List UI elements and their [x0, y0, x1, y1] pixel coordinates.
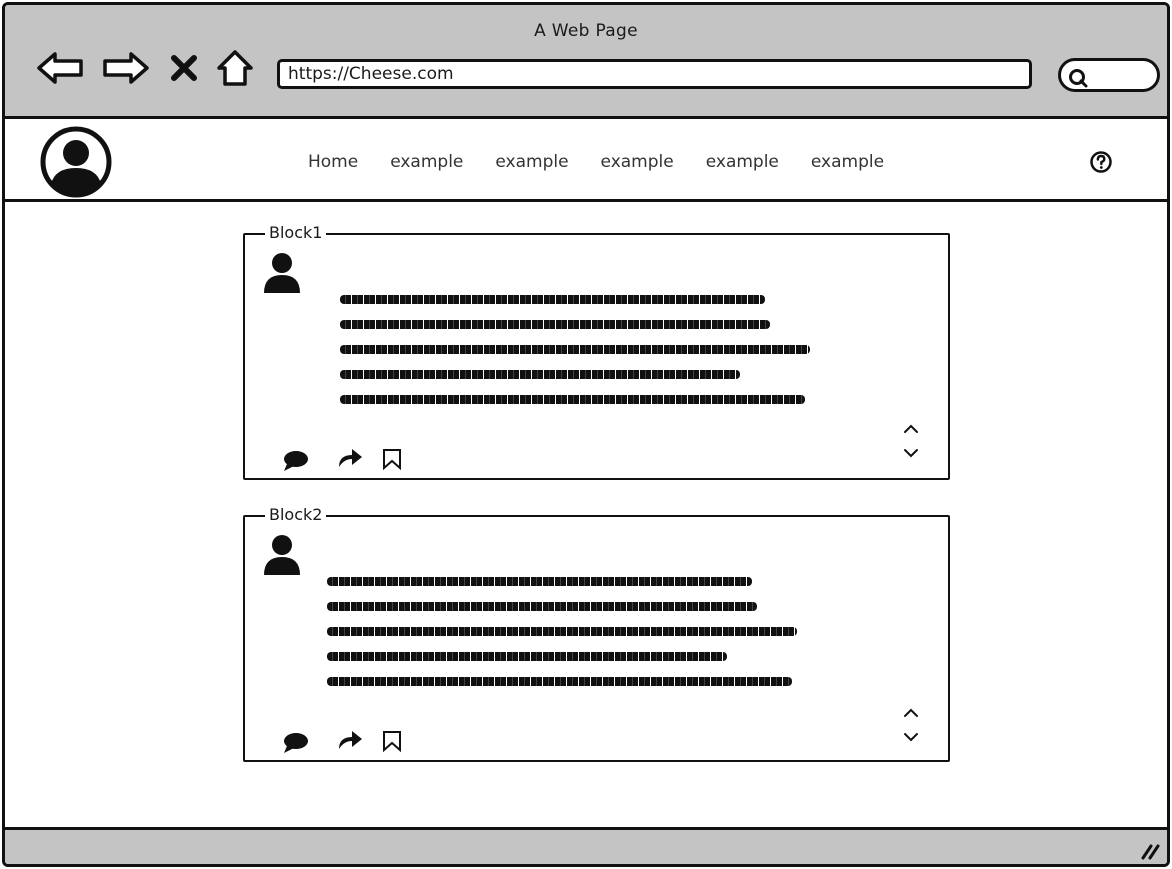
- block-title: Block2: [265, 505, 327, 525]
- nav-link-example[interactable]: example: [495, 152, 568, 172]
- nav-link-example[interactable]: example: [706, 152, 779, 172]
- share-icon[interactable]: [336, 445, 364, 469]
- user-icon: [264, 535, 300, 575]
- content-block: Block1: [243, 223, 950, 480]
- nav-link-example[interactable]: example: [811, 152, 884, 172]
- stop-button[interactable]: [169, 47, 199, 89]
- resize-grip-icon[interactable]: [1139, 842, 1161, 860]
- chevron-up-icon[interactable]: [902, 423, 920, 435]
- back-arrow-icon: [37, 52, 83, 84]
- content-block: Block2: [243, 505, 950, 762]
- home-button[interactable]: [215, 47, 255, 89]
- browser-search-field[interactable]: [1058, 58, 1160, 92]
- nav-link-example[interactable]: example: [601, 152, 674, 172]
- nav-link-home[interactable]: Home: [308, 152, 358, 172]
- forward-button[interactable]: [101, 47, 151, 89]
- close-icon: [171, 55, 197, 81]
- share-icon[interactable]: [336, 727, 364, 751]
- search-icon: [1069, 69, 1088, 88]
- forward-arrow-icon: [103, 52, 149, 84]
- browser-window: A Web Page https://Cheese.com Home examp…: [2, 2, 1170, 867]
- comment-icon[interactable]: [282, 450, 310, 472]
- back-button[interactable]: [35, 47, 85, 89]
- home-icon: [217, 50, 253, 86]
- status-bar: [5, 827, 1167, 864]
- comment-icon[interactable]: [282, 732, 310, 754]
- chevron-up-icon[interactable]: [902, 707, 920, 719]
- chevron-down-icon[interactable]: [902, 447, 920, 459]
- browser-chrome: A Web Page https://Cheese.com: [5, 5, 1167, 119]
- address-bar[interactable]: https://Cheese.com: [277, 59, 1032, 89]
- help-icon[interactable]: [1089, 150, 1113, 174]
- chevron-down-icon[interactable]: [902, 731, 920, 743]
- block-title: Block1: [265, 223, 327, 243]
- nav-link-example[interactable]: example: [390, 152, 463, 172]
- bookmark-icon[interactable]: [382, 448, 402, 470]
- post-text-placeholder: [327, 577, 797, 702]
- user-circle-icon[interactable]: [35, 126, 117, 198]
- user-icon: [264, 253, 300, 293]
- bookmark-icon[interactable]: [382, 730, 402, 752]
- site-header: Home example example example example exa…: [5, 122, 1167, 202]
- window-title: A Web Page: [534, 21, 638, 41]
- main-nav: Home example example example example exa…: [308, 152, 916, 172]
- post-text-placeholder: [340, 295, 810, 420]
